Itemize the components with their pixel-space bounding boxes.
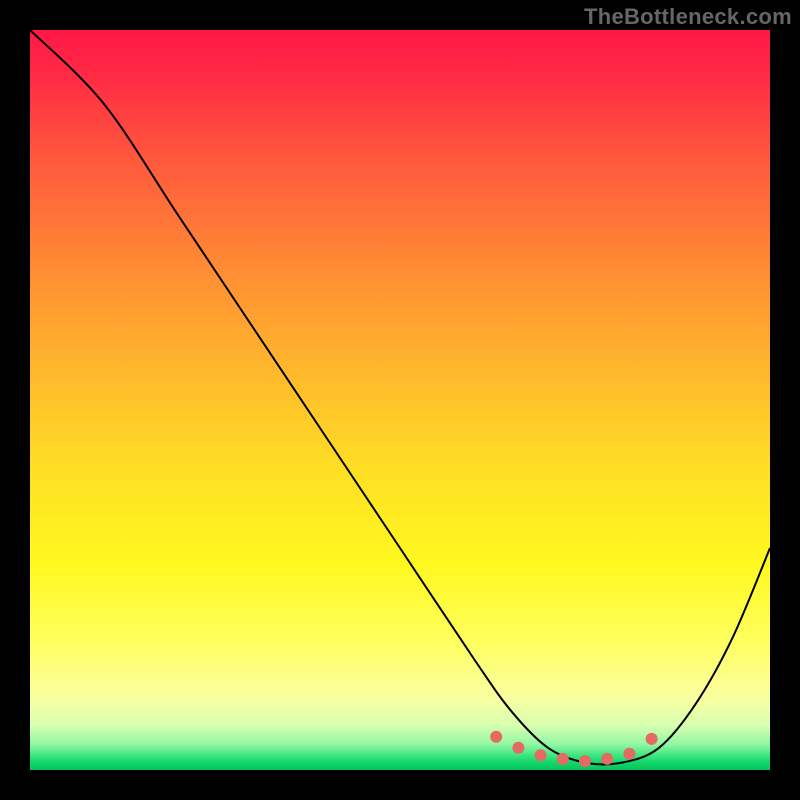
plot-area [30,30,770,770]
optimal-dot [623,748,635,760]
optimal-dot [490,731,502,743]
optimal-dot [601,753,613,765]
optimal-dot [579,755,591,767]
optimal-dot [512,742,524,754]
optimal-dot [557,753,569,765]
curve-layer [30,30,770,770]
bottleneck-curve [30,30,770,764]
optimal-dot [535,749,547,761]
watermark-text: TheBottleneck.com [584,4,792,30]
optimal-range-dots [490,731,657,767]
optimal-dot [646,733,658,745]
chart-frame: TheBottleneck.com [0,0,800,800]
